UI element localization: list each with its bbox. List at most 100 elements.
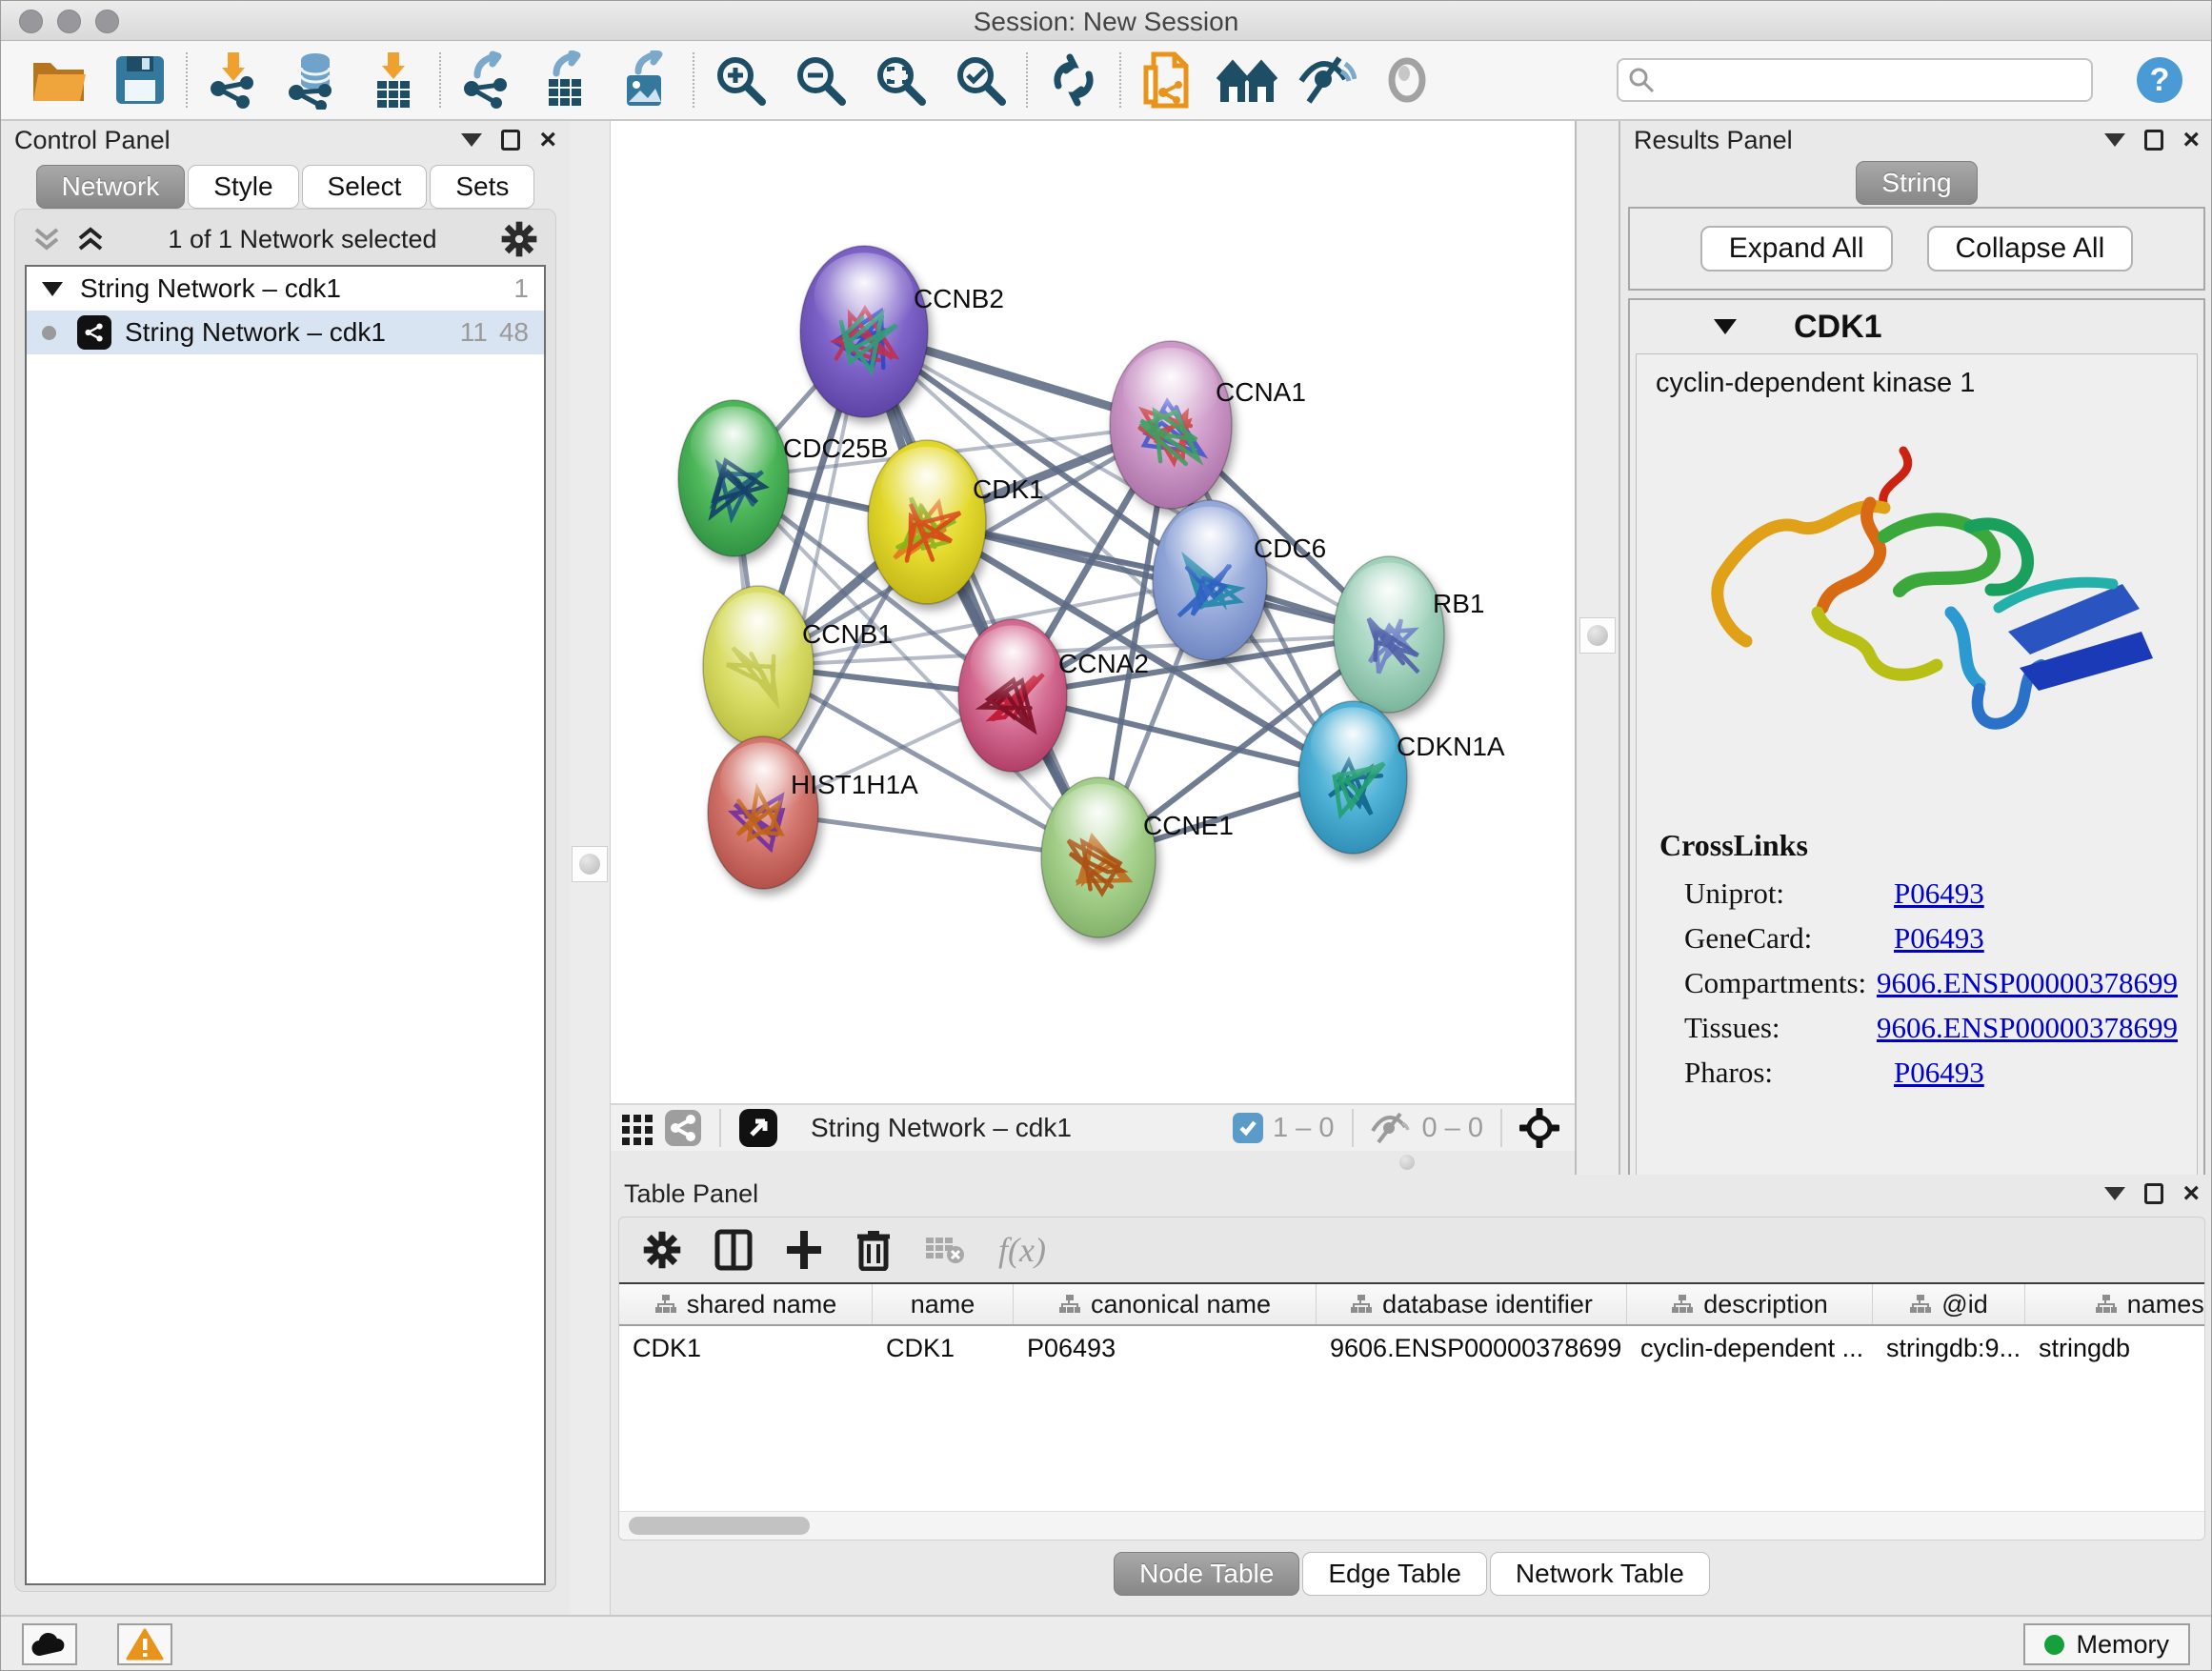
tab-sets[interactable]: Sets bbox=[430, 165, 534, 209]
network-row-selected[interactable]: String Network – cdk1 11 48 bbox=[27, 311, 544, 354]
column-header[interactable]: @id bbox=[1873, 1284, 2025, 1324]
search-box[interactable] bbox=[1617, 58, 2093, 102]
search-input[interactable] bbox=[1662, 65, 2081, 96]
export-table-button[interactable] bbox=[527, 46, 607, 114]
network-node-cdkn1a[interactable] bbox=[1298, 701, 1407, 854]
crosslink-value-link[interactable]: 9606.ENSP00000378699 bbox=[1877, 1011, 2178, 1045]
network-node-cdk1[interactable] bbox=[868, 440, 986, 604]
panel-float-icon[interactable] bbox=[2144, 1183, 2163, 1204]
memory-button[interactable]: Memory bbox=[2023, 1623, 2190, 1665]
column-header[interactable]: namespace bbox=[2025, 1284, 2204, 1324]
tab-network[interactable]: Network bbox=[36, 165, 186, 209]
panel-close-icon[interactable]: × bbox=[539, 130, 556, 151]
tab-string[interactable]: String bbox=[1856, 161, 1977, 205]
export-network-button[interactable] bbox=[447, 46, 527, 114]
cell-shared-name[interactable]: CDK1 bbox=[619, 1326, 873, 1370]
apply-layout-button[interactable] bbox=[1034, 46, 1114, 114]
memory-status-icon bbox=[2044, 1635, 2064, 1655]
collection-expand-icon[interactable] bbox=[42, 282, 63, 296]
crosslink-value-link[interactable]: P06493 bbox=[1894, 876, 1984, 911]
horizontal-splitter[interactable] bbox=[611, 1151, 1575, 1175]
network-node-cdc25b[interactable] bbox=[678, 400, 789, 556]
column-header[interactable]: canonical name bbox=[1014, 1284, 1317, 1324]
table-row[interactable]: CDK1 CDK1 P06493 9606.ENSP00000378699 cy… bbox=[619, 1326, 2204, 1370]
panel-close-icon[interactable]: × bbox=[2182, 130, 2200, 151]
column-header[interactable]: database identifier bbox=[1317, 1284, 1627, 1324]
tab-network-table[interactable]: Network Table bbox=[1490, 1552, 1710, 1596]
crosslink-value-link[interactable]: 9606.ENSP00000378699 bbox=[1877, 966, 2178, 1000]
save-session-button[interactable] bbox=[100, 46, 180, 114]
network-node-ccna1[interactable] bbox=[1110, 341, 1232, 509]
open-session-button[interactable] bbox=[20, 46, 100, 114]
expand-all-button[interactable]: Expand All bbox=[1700, 226, 1893, 272]
panel-menu-icon[interactable] bbox=[2104, 133, 2125, 147]
network-node-ccna2[interactable] bbox=[958, 619, 1067, 772]
network-node-ccnb1[interactable] bbox=[703, 586, 814, 746]
network-node-rb1[interactable] bbox=[1334, 556, 1444, 713]
tab-style[interactable]: Style bbox=[188, 165, 298, 209]
panel-menu-icon[interactable] bbox=[461, 133, 482, 147]
delete-column-icon[interactable] bbox=[855, 1229, 892, 1271]
zoom-out-button[interactable] bbox=[780, 46, 860, 114]
center-view-icon[interactable] bbox=[1519, 1108, 1559, 1148]
tab-select[interactable]: Select bbox=[302, 165, 428, 209]
cell-id[interactable]: stringdb:9... bbox=[1873, 1326, 2025, 1370]
detach-view-icon[interactable] bbox=[738, 1108, 778, 1148]
tab-edge-table[interactable]: Edge Table bbox=[1302, 1552, 1487, 1596]
warnings-button[interactable] bbox=[117, 1623, 172, 1665]
network-node-cdc6[interactable] bbox=[1153, 500, 1267, 660]
network-node-ccne1[interactable] bbox=[1041, 777, 1156, 937]
import-network-file-button[interactable] bbox=[193, 46, 273, 114]
table-horizontal-scrollbar[interactable] bbox=[619, 1511, 2204, 1540]
crosslink-value-link[interactable]: P06493 bbox=[1894, 1056, 1984, 1090]
network-overview-icon[interactable] bbox=[664, 1109, 702, 1147]
column-header[interactable]: description bbox=[1627, 1284, 1873, 1324]
cell-name[interactable]: CDK1 bbox=[873, 1326, 1014, 1370]
cell-database-identifier[interactable]: 9606.ENSP00000378699 bbox=[1317, 1326, 1627, 1370]
graphics-details-icon[interactable] bbox=[620, 1111, 654, 1145]
cell-description[interactable]: cyclin-dependent ... bbox=[1627, 1326, 1873, 1370]
node-table[interactable]: shared name name canonical name database… bbox=[619, 1282, 2204, 1511]
horizontal-splitter-handle[interactable] bbox=[1399, 1155, 1415, 1170]
table-gear-icon[interactable] bbox=[642, 1230, 682, 1270]
network-node-hist1h1a[interactable] bbox=[708, 736, 818, 889]
collapse-all-button[interactable]: Collapse All bbox=[1927, 226, 2134, 272]
column-header[interactable]: name bbox=[873, 1284, 1014, 1324]
expand-all-networks-icon[interactable] bbox=[76, 224, 105, 254]
zoom-in-button[interactable] bbox=[700, 46, 780, 114]
crosslink-value-link[interactable]: P06493 bbox=[1894, 921, 1984, 956]
zoom-selected-button[interactable] bbox=[940, 46, 1020, 114]
help-button[interactable]: ? bbox=[2137, 57, 2182, 103]
import-table-button[interactable] bbox=[353, 46, 433, 114]
collapse-all-networks-icon[interactable] bbox=[32, 224, 61, 254]
entry-collapse-icon[interactable] bbox=[1714, 319, 1737, 334]
column-header[interactable]: shared name bbox=[619, 1284, 873, 1324]
scrollbar-thumb[interactable] bbox=[629, 1517, 810, 1535]
zoom-fit-button[interactable] bbox=[860, 46, 940, 114]
network-collection-row[interactable]: String Network – cdk1 1 bbox=[27, 267, 544, 311]
panel-close-icon[interactable]: × bbox=[2182, 1183, 2200, 1204]
right-splitter[interactable] bbox=[1575, 121, 1620, 1175]
cell-namespace[interactable]: stringdb bbox=[2025, 1326, 2204, 1370]
cell-canonical-name[interactable]: P06493 bbox=[1014, 1326, 1317, 1370]
panel-menu-icon[interactable] bbox=[2104, 1187, 2125, 1200]
panel-float-icon[interactable] bbox=[501, 130, 520, 151]
new-network-from-selection-button[interactable] bbox=[1127, 46, 1207, 114]
left-splitter-handle[interactable] bbox=[572, 846, 608, 882]
show-columns-icon[interactable] bbox=[714, 1229, 753, 1271]
selected-checkbox-icon[interactable] bbox=[1233, 1113, 1263, 1143]
show-hidden-button[interactable] bbox=[1367, 46, 1447, 114]
first-neighbors-button[interactable] bbox=[1207, 46, 1287, 114]
left-splitter[interactable] bbox=[570, 121, 611, 1615]
right-splitter-handle[interactable] bbox=[1579, 617, 1616, 654]
hide-selection-button[interactable] bbox=[1287, 46, 1367, 114]
app-store-button[interactable] bbox=[22, 1623, 77, 1665]
network-options-gear-icon[interactable] bbox=[500, 220, 538, 258]
panel-float-icon[interactable] bbox=[2144, 130, 2163, 151]
tab-node-table[interactable]: Node Table bbox=[1114, 1552, 1299, 1596]
network-node-ccnb2[interactable] bbox=[800, 246, 928, 417]
export-image-button[interactable] bbox=[607, 46, 687, 114]
import-network-database-button[interactable] bbox=[273, 46, 353, 114]
network-canvas[interactable]: CCNB2CCNA1CDC25BCDK1CDC6RB1CCNB1CCNA2CDK… bbox=[611, 121, 1575, 1103]
add-column-icon[interactable] bbox=[785, 1229, 823, 1271]
